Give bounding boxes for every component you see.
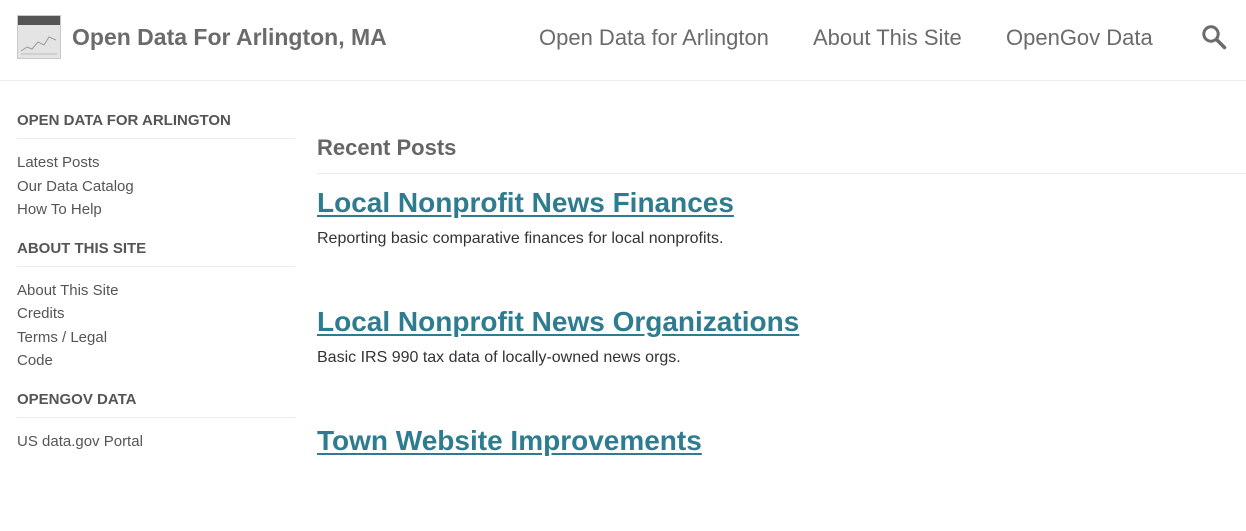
post-title-link[interactable]: Town Website Improvements <box>317 424 702 458</box>
nav-about[interactable]: About This Site <box>813 25 962 51</box>
sidebar-item-about[interactable]: About This Site <box>17 282 118 299</box>
sidebar-item-latest-posts[interactable]: Latest Posts <box>17 154 100 171</box>
sidebar-list: Latest Posts Our Data Catalog How To Hel… <box>17 151 295 222</box>
nav-open-data[interactable]: Open Data for Arlington <box>539 25 769 51</box>
main-content: Recent Posts Local Nonprofit News Financ… <box>317 135 1246 531</box>
search-icon[interactable] <box>1201 24 1227 50</box>
post-title-link[interactable]: Local Nonprofit News Organizations <box>317 305 799 339</box>
recent-posts-heading: Recent Posts <box>317 135 1246 174</box>
sidebar-item-code[interactable]: Code <box>17 352 53 369</box>
sidebar-item-us-data-gov[interactable]: US data.gov Portal <box>17 433 143 450</box>
sidebar-item-credits[interactable]: Credits <box>17 305 65 322</box>
site-header: Open Data For Arlington, MA Open Data fo… <box>0 0 1246 81</box>
nav-opengov[interactable]: OpenGov Data <box>1006 25 1153 51</box>
sidebar-heading: OPEN DATA FOR ARLINGTON <box>17 112 295 139</box>
sidebar-item-how-to-help[interactable]: How To Help <box>17 201 102 218</box>
logo-band <box>18 16 60 25</box>
sidebar-section-opengov: OPENGOV DATA US data.gov Portal <box>17 391 295 454</box>
sidebar-section-about: ABOUT THIS SITE About This Site Credits … <box>17 240 295 373</box>
sidebar-section-open-data: OPEN DATA FOR ARLINGTON Latest Posts Our… <box>17 112 295 222</box>
sidebar-list: US data.gov Portal <box>17 430 295 454</box>
post-item: Local Nonprofit News Organizations Basic… <box>317 305 1246 412</box>
sidebar: OPEN DATA FOR ARLINGTON Latest Posts Our… <box>17 112 295 471</box>
sidebar-heading: ABOUT THIS SITE <box>17 240 295 267</box>
post-item: Town Website Improvements <box>317 424 1246 531</box>
post-summary: Reporting basic comparative finances for… <box>317 230 724 247</box>
sidebar-list: About This Site Credits Terms / Legal Co… <box>17 279 295 373</box>
sidebar-item-data-catalog[interactable]: Our Data Catalog <box>17 178 134 195</box>
sidebar-heading: OPENGOV DATA <box>17 391 295 418</box>
logo-chart-graphic <box>18 25 60 58</box>
post-title-link[interactable]: Local Nonprofit News Finances <box>317 186 734 220</box>
post-summary: Basic IRS 990 tax data of locally-owned … <box>317 349 681 366</box>
post-item: Local Nonprofit News Finances Reporting … <box>317 186 1246 293</box>
site-title[interactable]: Open Data For Arlington, MA <box>72 24 387 51</box>
sidebar-item-terms[interactable]: Terms / Legal <box>17 329 107 346</box>
site-logo[interactable] <box>17 15 61 59</box>
